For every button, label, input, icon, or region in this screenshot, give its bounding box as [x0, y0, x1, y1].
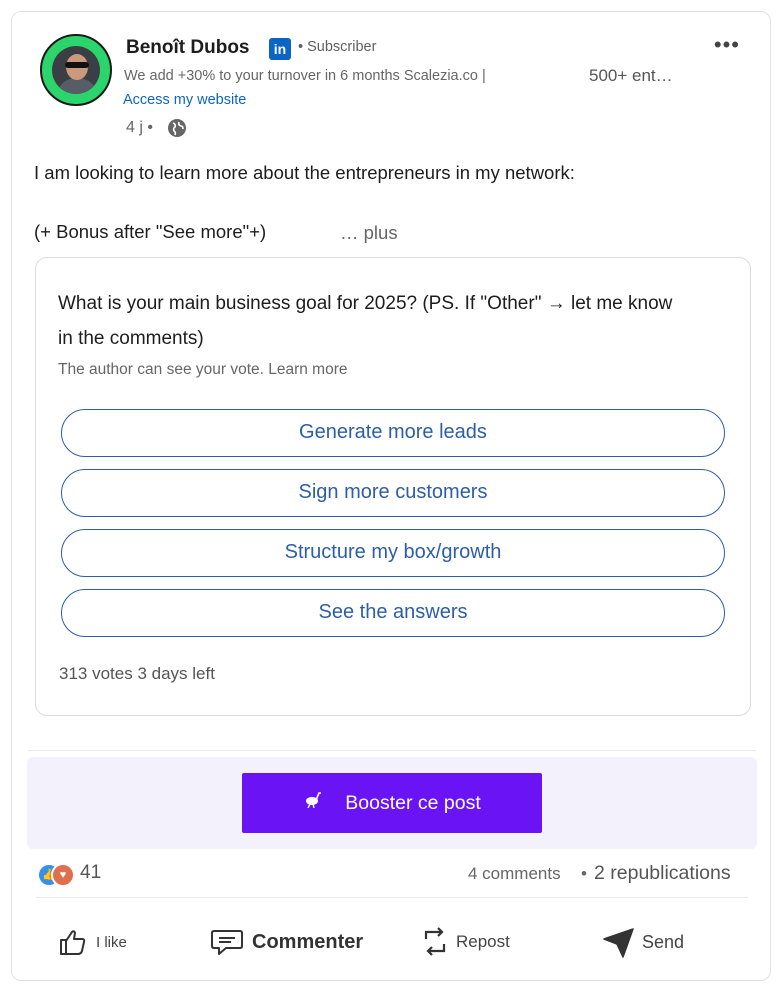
ostrich-icon — [303, 774, 323, 834]
repost-icon — [424, 927, 446, 956]
send-icon — [603, 928, 634, 958]
poll-option-structure-growth[interactable]: Structure my box/growth — [61, 529, 725, 577]
reaction-count[interactable]: 41 — [80, 862, 101, 884]
see-more-link[interactable]: … plus — [340, 222, 398, 244]
divider — [28, 750, 756, 751]
comment-icon — [211, 930, 243, 955]
poll-question: What is your main business goal for 2025… — [58, 293, 673, 349]
globe-icon — [168, 119, 186, 137]
post-text-line: I am looking to learn more about the ent… — [34, 162, 575, 183]
post-card: Benoît Dubos in • Subscriber ••• We add … — [11, 11, 771, 981]
send-button[interactable]: Send — [602, 922, 684, 962]
poll-stats: 313 votes 3 days left — [59, 664, 215, 683]
like-label: I like — [96, 933, 127, 951]
love-reaction-icon: ♥ — [51, 863, 75, 887]
thumbs-up-icon — [60, 930, 86, 955]
author-avatar[interactable] — [40, 34, 112, 106]
boost-area: Booster ce post — [27, 757, 757, 849]
send-label: Send — [642, 931, 685, 952]
boost-post-label: Booster ce post — [345, 792, 481, 814]
website-link[interactable]: Access my website — [123, 92, 246, 108]
post-time: 4 j • — [126, 119, 153, 136]
avatar-photo — [52, 46, 100, 94]
author-headline: We add +30% to your turnover in 6 months… — [124, 68, 486, 84]
boost-post-button[interactable]: Booster ce post — [242, 773, 542, 833]
poll-option-generate-leads[interactable]: Generate more leads — [61, 409, 725, 457]
poll-note: The author can see your vote. Learn more — [58, 361, 348, 378]
post-text-line: (+ Bonus after "See more"+) — [34, 221, 267, 242]
repost-button[interactable]: Repost — [420, 922, 510, 962]
poll-option-see-answers[interactable]: See the answers — [61, 589, 725, 637]
divider — [36, 897, 748, 898]
like-button[interactable]: I like — [56, 922, 127, 962]
comments-count[interactable]: 4 comments — [468, 864, 561, 884]
more-options-icon[interactable]: ••• — [714, 32, 740, 58]
comment-label: Commenter — [252, 930, 364, 953]
author-name[interactable]: Benoît Dubos — [126, 37, 250, 59]
poll: What is your main business goal for 2025… — [35, 257, 751, 716]
repost-label: Repost — [456, 932, 510, 951]
reposts-count[interactable]: 2 republications — [594, 862, 731, 885]
separator-dot: • — [581, 864, 587, 883]
author-relation: • Subscriber — [298, 39, 377, 55]
author-followers: 500+ ent… — [589, 66, 673, 85]
linkedin-icon: in — [269, 38, 291, 60]
reactions[interactable]: 👍 ♥ — [37, 861, 79, 887]
comment-button[interactable]: Commenter — [210, 922, 363, 962]
poll-option-sign-customers[interactable]: Sign more customers — [61, 469, 725, 517]
